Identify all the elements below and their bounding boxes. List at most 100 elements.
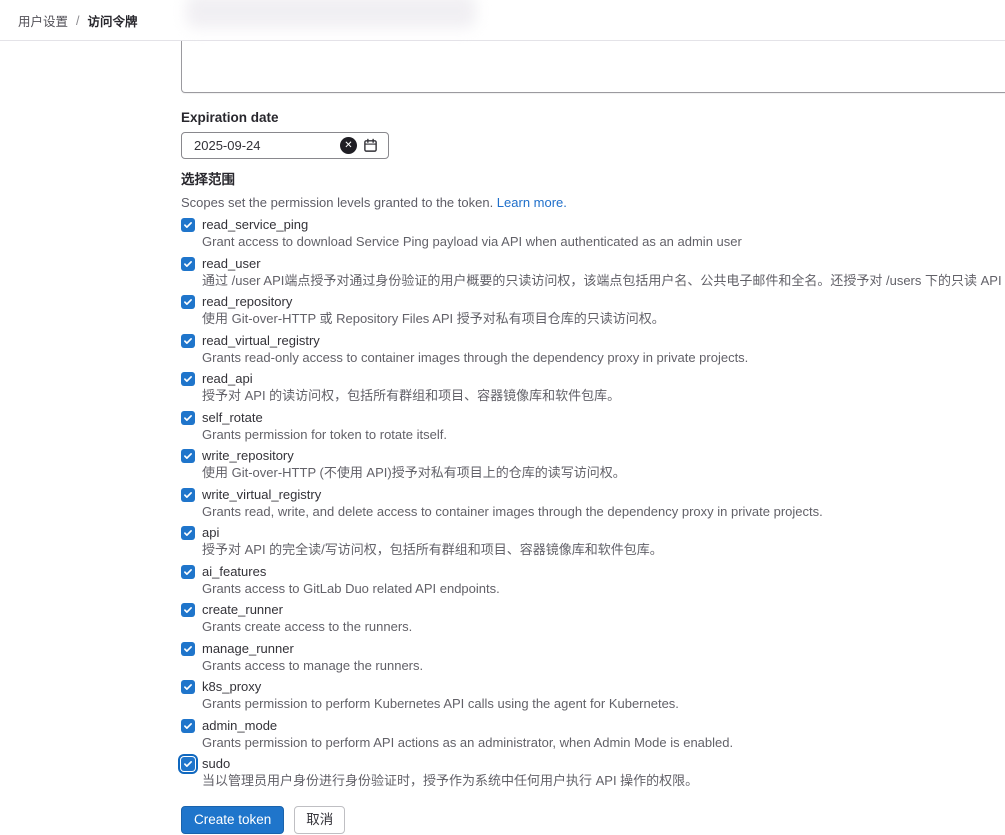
scope-row: api 授予对 API 的完全读/写访问权，包括所有群组和项目、容器镜像库和软件… — [181, 524, 1005, 558]
scope-name[interactable]: write_virtual_registry — [202, 486, 321, 504]
scope-row: read_repository 使用 Git-over-HTTP 或 Repos… — [181, 293, 1005, 327]
clear-date-icon[interactable]: ✕ — [340, 137, 357, 154]
scope-name[interactable]: self_rotate — [202, 409, 263, 427]
redacted-blur-region — [186, 0, 476, 28]
scope-name[interactable]: api — [202, 524, 219, 542]
scope-head: api — [181, 524, 1005, 542]
scope-row: create_runner Grants create access to th… — [181, 601, 1005, 635]
scope-description: 授予对 API 的读访问权，包括所有群组和项目、容器镜像库和软件包库。 — [181, 388, 1005, 404]
scope-name[interactable]: read_user — [202, 255, 261, 273]
scope-checkbox[interactable] — [181, 719, 195, 733]
learn-more-link[interactable]: Learn more. — [497, 195, 567, 210]
scope-checkbox[interactable] — [181, 757, 195, 771]
scope-head: ai_features — [181, 563, 1005, 581]
scope-checkbox[interactable] — [181, 488, 195, 502]
breadcrumb-access-tokens: 访问令牌 — [88, 11, 138, 30]
scope-checkbox[interactable] — [181, 295, 195, 309]
scope-checkbox[interactable] — [181, 218, 195, 232]
scope-row: sudo 当以管理员用户身份进行身份验证时，授予作为系统中任何用户执行 API … — [181, 755, 1005, 789]
scope-name[interactable]: read_api — [202, 370, 253, 388]
scope-description: 使用 Git-over-HTTP (不使用 API)授予对私有项目上的仓库的读写… — [181, 465, 1005, 481]
scope-name[interactable]: create_runner — [202, 601, 283, 619]
checkmark-icon — [183, 413, 193, 423]
scope-name[interactable]: k8s_proxy — [202, 678, 261, 696]
checkmark-icon — [183, 682, 193, 692]
breadcrumb-user-settings[interactable]: 用户设置 — [18, 11, 68, 30]
scope-description: 使用 Git-over-HTTP 或 Repository Files API … — [181, 311, 1005, 327]
scope-name[interactable]: read_virtual_registry — [202, 332, 320, 350]
scope-checkbox[interactable] — [181, 411, 195, 425]
scope-row: read_api 授予对 API 的读访问权，包括所有群组和项目、容器镜像库和软… — [181, 370, 1005, 404]
scope-checkbox[interactable] — [181, 526, 195, 540]
checkmark-icon — [183, 451, 193, 461]
scope-head: read_virtual_registry — [181, 332, 1005, 350]
scope-name[interactable]: sudo — [202, 755, 230, 773]
checkmark-icon — [183, 220, 193, 230]
scope-checkbox[interactable] — [181, 372, 195, 386]
scope-row: k8s_proxy Grants permission to perform K… — [181, 678, 1005, 712]
scope-name[interactable]: admin_mode — [202, 717, 277, 735]
scope-description: Grant access to download Service Ping pa… — [181, 234, 1005, 250]
scope-head: k8s_proxy — [181, 678, 1005, 696]
expiration-date-label: Expiration date — [181, 110, 1005, 126]
scope-row: write_repository 使用 Git-over-HTTP (不使用 A… — [181, 447, 1005, 481]
checkmark-icon — [183, 644, 193, 654]
scope-checkbox[interactable] — [181, 565, 195, 579]
breadcrumb-bar: 用户设置 / 访问令牌 — [0, 0, 1005, 41]
scope-name[interactable]: read_repository — [202, 293, 292, 311]
cancel-button[interactable]: 取消 — [294, 806, 345, 834]
scopes-description-text: Scopes set the permission levels granted… — [181, 195, 497, 210]
expiration-date-input[interactable] — [194, 138, 340, 153]
scope-row: read_user 通过 /user API端点授予对通过身份验证的用户概要的只… — [181, 255, 1005, 289]
calendar-icon[interactable] — [363, 138, 378, 153]
checkmark-icon — [183, 490, 193, 500]
scope-head: create_runner — [181, 601, 1005, 619]
scope-row: write_virtual_registry Grants read, writ… — [181, 486, 1005, 520]
scope-description: Grants permission for token to rotate it… — [181, 427, 1005, 443]
scope-description: Grants access to GitLab Duo related API … — [181, 581, 1005, 597]
scope-checkbox[interactable] — [181, 603, 195, 617]
checkmark-icon — [183, 759, 193, 769]
scope-head: read_service_ping — [181, 216, 1005, 234]
scope-checkbox[interactable] — [181, 257, 195, 271]
scope-description: Grants read, write, and delete access to… — [181, 504, 1005, 520]
scope-checkbox[interactable] — [181, 642, 195, 656]
scope-description: 授予对 API 的完全读/写访问权，包括所有群组和项目、容器镜像库和软件包库。 — [181, 542, 1005, 558]
scope-row: admin_mode Grants permission to perform … — [181, 717, 1005, 751]
scope-checkbox[interactable] — [181, 680, 195, 694]
scope-checkbox[interactable] — [181, 334, 195, 348]
checkmark-icon — [183, 259, 193, 269]
form-actions: Create token 取消 — [181, 806, 1005, 835]
scope-row: read_service_ping Grant access to downlo… — [181, 216, 1005, 250]
scope-checkbox[interactable] — [181, 449, 195, 463]
scope-description: 当以管理员用户身份进行身份验证时，授予作为系统中任何用户执行 API 操作的权限… — [181, 773, 1005, 789]
scope-head: self_rotate — [181, 409, 1005, 427]
scope-description: Grants permission to perform API actions… — [181, 735, 1005, 751]
expiration-date-field[interactable]: ✕ — [181, 132, 389, 159]
checkmark-icon — [183, 528, 193, 538]
access-tokens-page: 用户设置 / 访问令牌 Expiration date ✕ 选择范围 — [0, 0, 1005, 835]
checkmark-icon — [183, 374, 193, 384]
breadcrumb-separator: / — [76, 14, 79, 28]
create-token-button[interactable]: Create token — [181, 806, 284, 834]
scope-name[interactable]: write_repository — [202, 447, 294, 465]
scope-row: self_rotate Grants permission for token … — [181, 409, 1005, 443]
scope-row: ai_features Grants access to GitLab Duo … — [181, 563, 1005, 597]
breadcrumb: 用户设置 / 访问令牌 — [18, 0, 138, 41]
scope-description: Grants access to manage the runners. — [181, 658, 1005, 674]
scope-head: manage_runner — [181, 640, 1005, 658]
checkmark-icon — [183, 721, 193, 731]
scope-head: read_repository — [181, 293, 1005, 311]
scopes-list: read_service_ping Grant access to downlo… — [181, 216, 1005, 789]
scope-name[interactable]: manage_runner — [202, 640, 294, 658]
token-description-textarea[interactable] — [181, 41, 1005, 93]
scope-name[interactable]: ai_features — [202, 563, 266, 581]
scope-description: Grants read-only access to container ima… — [181, 350, 1005, 366]
scope-row: manage_runner Grants access to manage th… — [181, 640, 1005, 674]
scope-head: read_user — [181, 255, 1005, 273]
scope-head: read_api — [181, 370, 1005, 388]
scope-description: Grants permission to perform Kubernetes … — [181, 696, 1005, 712]
scope-name[interactable]: read_service_ping — [202, 216, 308, 234]
scope-head: admin_mode — [181, 717, 1005, 735]
scope-row: read_virtual_registry Grants read-only a… — [181, 332, 1005, 366]
